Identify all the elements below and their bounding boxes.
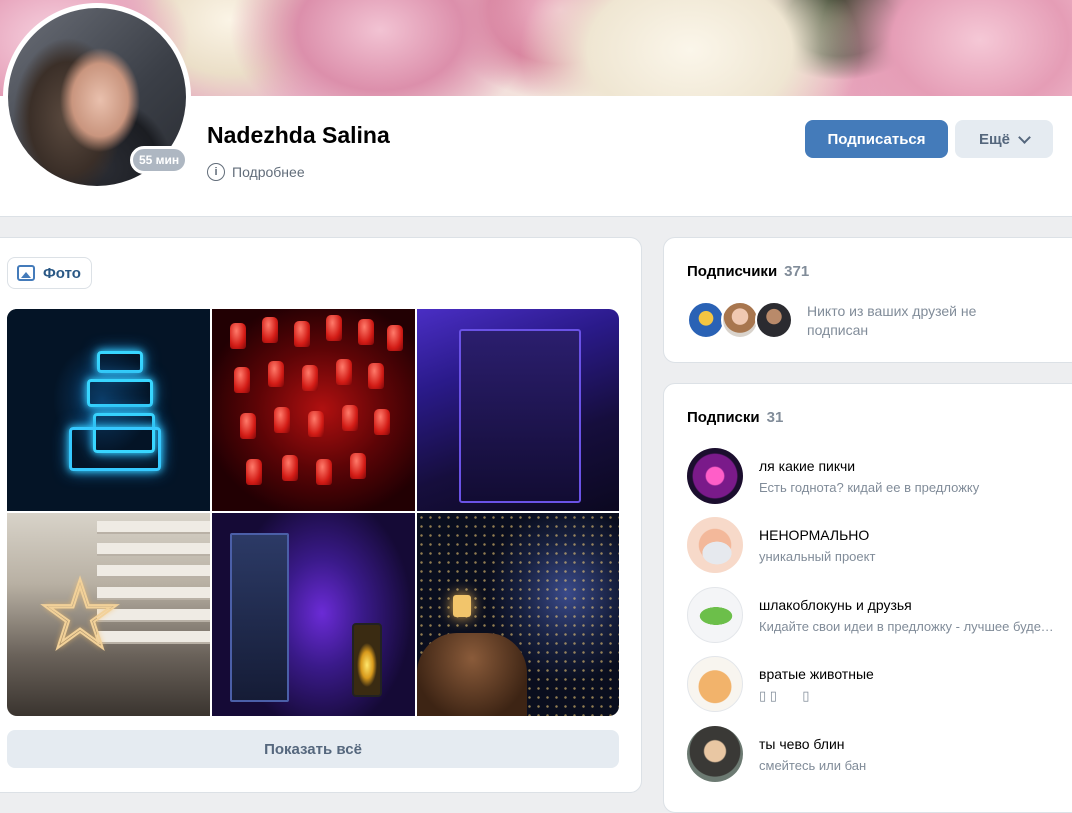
- group-description: смейтесь или бан: [759, 758, 867, 773]
- follower-avatar[interactable]: [755, 301, 793, 339]
- photo-lounge-window[interactable]: [417, 513, 619, 716]
- group-description: Есть годнота? кидай ее в предложку: [759, 480, 980, 495]
- more-button[interactable]: Ещё: [955, 120, 1053, 158]
- group-description: ▯ ▯ ▯: [759, 688, 810, 703]
- group-avatar: [687, 448, 743, 504]
- followers-note: Никто из ваших друзей не подписан: [807, 303, 977, 338]
- group-name: НЕНОРМАЛЬНО: [759, 527, 870, 543]
- follower-avatar[interactable]: [721, 301, 759, 339]
- subscription-item[interactable]: ты чево блин смейтесь или бан: [687, 726, 1067, 786]
- info-icon: i: [207, 163, 225, 181]
- online-status-badge: 55 мин: [130, 146, 189, 174]
- group-description: Кидайте свои идеи в предложку - лучшее б…: [759, 619, 1059, 634]
- group-avatar: [687, 656, 743, 712]
- group-description: уникальный проект: [759, 549, 876, 564]
- subscription-item[interactable]: ля какие пикчи Есть годнота? кидай ее в …: [687, 448, 1067, 508]
- details-label: Подробнее: [232, 164, 305, 180]
- more-label: Ещё: [978, 130, 1010, 148]
- subscriptions-header[interactable]: Подписки 31: [687, 409, 783, 426]
- group-avatar: [687, 726, 743, 782]
- group-name: шлакоблокунь и друзья: [759, 597, 912, 613]
- subscriptions-count: 31: [766, 409, 784, 426]
- photo-grid: ☆: [7, 309, 619, 716]
- followers-title: Подписчики: [687, 263, 778, 280]
- photo-neon-sign[interactable]: [7, 309, 210, 511]
- chevron-down-icon: [1018, 130, 1031, 144]
- followers-card: Подписчики 371 Никто из ваших друзей не …: [663, 237, 1072, 363]
- subscription-item[interactable]: вратые животные ▯ ▯ ▯: [687, 656, 1067, 716]
- subscription-item[interactable]: шлакоблокунь и друзья Кидайте свои идеи …: [687, 587, 1067, 647]
- subscriptions-title: Подписки: [687, 409, 760, 426]
- follower-avatar[interactable]: [687, 301, 725, 339]
- follower-avatars: [687, 301, 793, 339]
- show-all-photos-button[interactable]: Показать всё: [7, 730, 619, 768]
- group-name: вратые животные: [759, 666, 874, 682]
- followers-header[interactable]: Подписчики 371: [687, 263, 809, 280]
- subscriptions-card: Подписки 31 ля какие пикчи Есть годнота?…: [663, 383, 1072, 813]
- image-icon: [17, 265, 35, 281]
- subscribe-button[interactable]: Подписаться: [805, 120, 948, 158]
- group-name: ты чево блин: [759, 736, 845, 752]
- photo-red-cats[interactable]: [212, 309, 415, 511]
- group-avatar: [687, 517, 743, 573]
- subscription-item[interactable]: НЕНОРМАЛЬНО уникальный проект: [687, 517, 1067, 577]
- followers-count: 371: [784, 263, 810, 280]
- tab-photos[interactable]: Фото: [7, 257, 92, 289]
- tab-photos-label: Фото: [43, 264, 81, 282]
- details-link[interactable]: i Подробнее: [207, 163, 305, 181]
- photo-star-lamp[interactable]: ☆: [7, 513, 210, 716]
- photo-purple-room[interactable]: [417, 309, 619, 511]
- profile-name: Nadezhda Salina: [207, 122, 390, 148]
- photo-neon-door[interactable]: [212, 513, 415, 716]
- group-name: ля какие пикчи: [759, 458, 856, 474]
- group-avatar: [687, 587, 743, 643]
